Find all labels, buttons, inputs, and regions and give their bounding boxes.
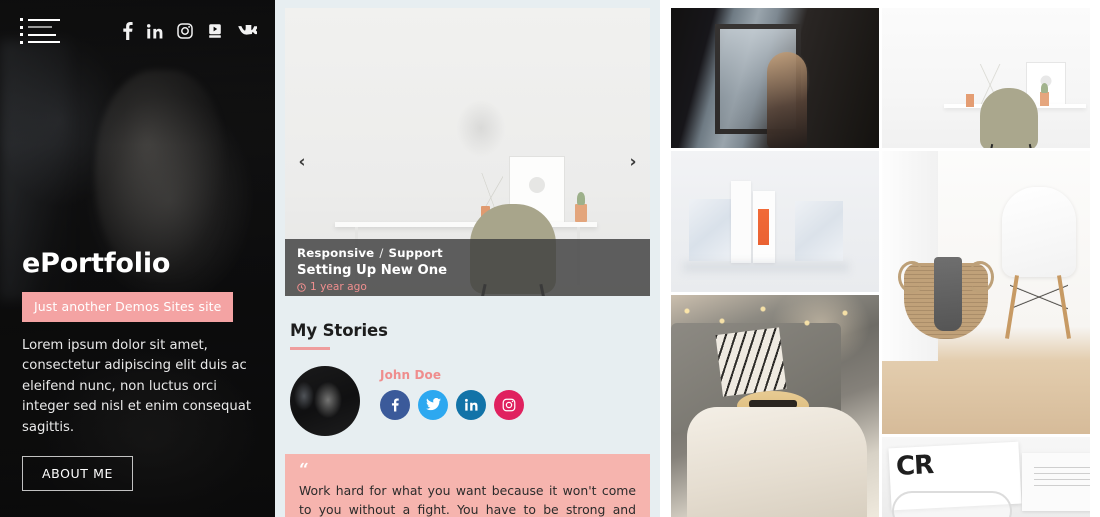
sidebar-top-bar xyxy=(0,0,275,62)
string-lights xyxy=(677,301,867,331)
slide-categories: Responsive / Support xyxy=(297,246,638,260)
sidebar: ePortfolio Just another Demos Sites site… xyxy=(0,0,275,517)
pillow xyxy=(715,327,787,397)
book-orange xyxy=(753,191,775,263)
photo-gallery: CR xyxy=(660,0,1100,517)
sidebar-description: Lorem ipsum dolor sit amet, consectetur … xyxy=(22,337,251,435)
linkedin-icon[interactable] xyxy=(456,389,486,420)
towel xyxy=(934,257,962,331)
linkedin-icon[interactable] xyxy=(147,23,163,39)
featured-slider: ‹ › Responsive / Support Setting Up New On… xyxy=(285,8,650,296)
sidebar-social-links xyxy=(122,22,257,40)
heading-underline xyxy=(290,347,330,350)
book-white xyxy=(731,181,751,263)
chair xyxy=(980,88,1038,148)
about-me-button[interactable]: ABOUT ME xyxy=(22,456,133,491)
author-social-links xyxy=(380,389,524,420)
story-author-row: John Doe xyxy=(290,365,650,436)
slide-pot xyxy=(575,192,587,222)
vk-icon[interactable] xyxy=(237,25,257,37)
clock-icon xyxy=(297,282,306,292)
menu-bullet xyxy=(20,25,23,29)
magazine-title: CR xyxy=(895,450,934,482)
menu-bullet xyxy=(20,33,23,37)
pot xyxy=(966,94,974,107)
quote-text: Work hard for what you want because it w… xyxy=(299,482,636,517)
menu-bar xyxy=(28,41,60,44)
slide-date: 1 year ago xyxy=(297,281,638,293)
portfolio-page: ePortfolio Just another Demos Sites site… xyxy=(0,0,1100,517)
shadow xyxy=(683,262,849,272)
sidebar-content: ePortfolio Just another Demos Sites site… xyxy=(0,248,275,517)
gallery-tile-books-marble[interactable] xyxy=(671,151,879,292)
menu-line xyxy=(20,25,66,29)
glass-tray xyxy=(892,491,1012,517)
gallery-tile-woman-window[interactable] xyxy=(671,8,879,148)
slide-date-text: 1 year ago xyxy=(310,281,367,293)
my-stories-section: My Stories John Doe xyxy=(285,321,650,436)
gallery-tile-basket-chair[interactable] xyxy=(882,151,1090,434)
gallery-tile-white-desk[interactable] xyxy=(882,8,1090,148)
slide-desk xyxy=(335,222,597,227)
menu-bar xyxy=(28,26,52,29)
instagram-icon[interactable] xyxy=(494,389,524,420)
gallery-column-right: CR xyxy=(882,8,1090,517)
instagram-icon[interactable] xyxy=(177,23,193,39)
slider-prev-icon[interactable]: ‹ xyxy=(294,154,310,171)
author-name[interactable]: John Doe xyxy=(380,368,524,382)
hamburger-menu-icon[interactable] xyxy=(20,18,66,44)
pot xyxy=(1040,83,1049,106)
slide-title[interactable]: Setting Up New One xyxy=(297,263,638,278)
fur-coat xyxy=(687,407,867,517)
gallery-column-left xyxy=(671,8,879,517)
youtube-icon[interactable] xyxy=(207,23,223,39)
facebook-icon[interactable] xyxy=(122,22,133,40)
marble-block xyxy=(689,199,737,261)
quote-block: “ Work hard for what you want because it… xyxy=(285,453,650,517)
slide-category-primary[interactable]: Responsive xyxy=(297,246,374,260)
menu-line xyxy=(20,33,66,37)
marble-block xyxy=(795,201,843,261)
category-separator: / xyxy=(379,246,384,260)
printed-card xyxy=(1022,453,1090,511)
menu-bar xyxy=(28,18,60,21)
site-tagline-badge: Just another Demos Sites site xyxy=(22,291,234,322)
my-stories-heading: My Stories xyxy=(290,321,388,340)
site-title: ePortfolio xyxy=(22,247,171,279)
chair-seat xyxy=(1002,187,1076,277)
twitter-icon[interactable] xyxy=(418,389,448,420)
menu-line xyxy=(20,40,66,44)
menu-bar xyxy=(28,33,56,36)
slide-caption: Responsive / Support Setting Up New One 1 … xyxy=(285,239,650,296)
avatar[interactable] xyxy=(290,365,360,436)
menu-bullet xyxy=(20,18,23,21)
slider-next-icon[interactable]: › xyxy=(625,154,641,171)
gallery-tile-magazines[interactable]: CR xyxy=(882,437,1090,517)
quote-mark-icon: “ xyxy=(299,459,309,480)
slide-category-secondary[interactable]: Support xyxy=(388,246,442,260)
author-info: John Doe xyxy=(380,366,524,420)
main-column: ‹ › Responsive / Support Setting Up New On… xyxy=(275,0,660,517)
gallery-tile-woman-sofa[interactable] xyxy=(671,295,879,517)
menu-line xyxy=(20,18,66,21)
menu-bullet xyxy=(20,40,23,44)
facebook-icon[interactable] xyxy=(380,389,410,420)
